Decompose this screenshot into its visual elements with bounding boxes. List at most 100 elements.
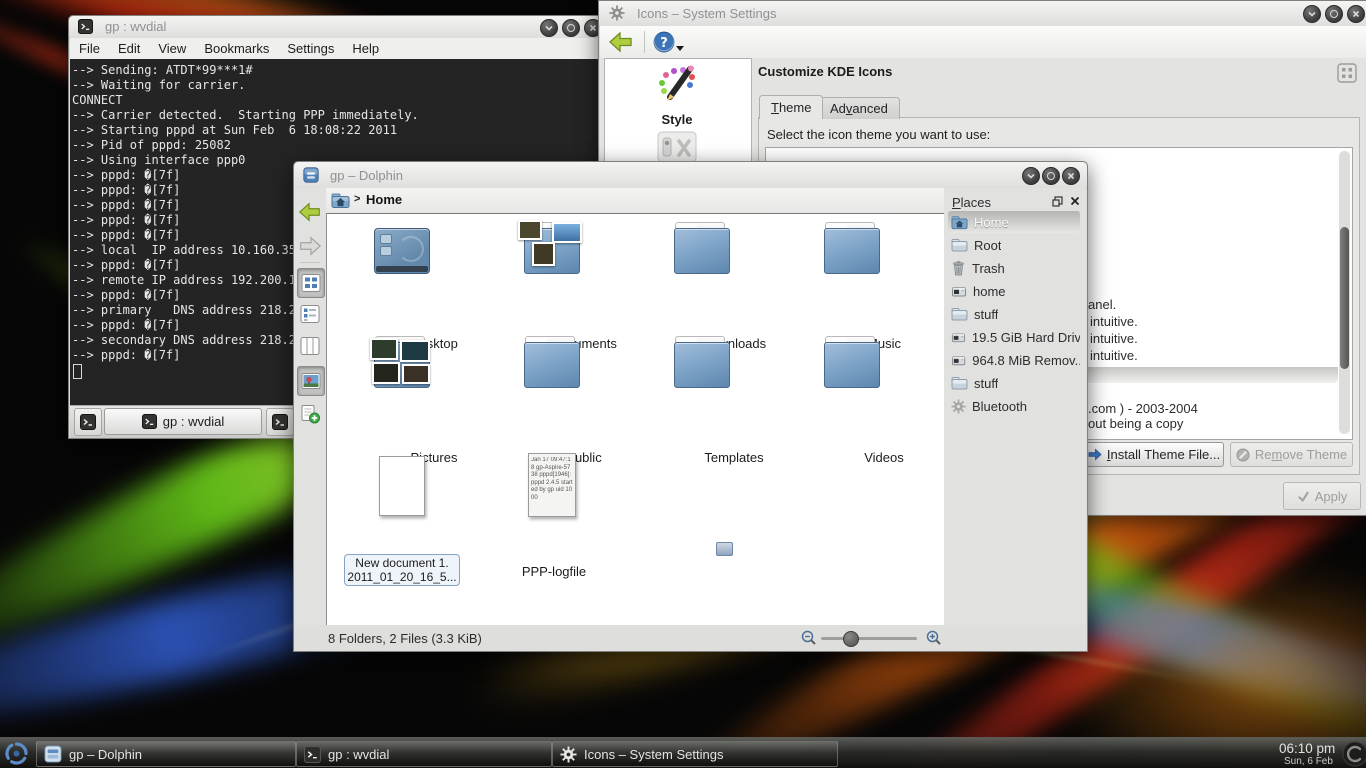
breadcrumb-separator: > (354, 193, 360, 205)
forward-button[interactable] (297, 232, 323, 260)
folder-label[interactable]: Templates (664, 450, 804, 465)
menu-view[interactable]: View (149, 41, 195, 56)
terminal-tab-label: gp : wvdial (163, 414, 224, 429)
sidebar-item-style[interactable]: Style (605, 65, 749, 125)
dolphin-titlebar[interactable]: gp – Dolphin (294, 162, 1087, 189)
home-folder-icon[interactable] (331, 191, 350, 209)
tab-advanced[interactable]: Advanced (818, 97, 900, 119)
file-item-new-document[interactable] (379, 456, 425, 516)
maximize-button[interactable] (1325, 5, 1343, 23)
remove-theme-button[interactable]: Remove Theme (1230, 442, 1353, 467)
folder-item-pictures[interactable] (374, 342, 430, 388)
settings-heading: Customize KDE Icons (758, 64, 892, 79)
terminal-menubar: File Edit View Bookmarks Settings Help (70, 38, 608, 60)
tab-theme[interactable]: Theme (759, 95, 823, 119)
close-panel-icon[interactable] (1070, 196, 1080, 206)
minimize-button[interactable] (1303, 5, 1321, 23)
place-removable-drive[interactable]: 964.8 MiB Remov... (948, 349, 1080, 371)
detach-tab-button[interactable] (266, 408, 294, 436)
folder-item-videos[interactable] (824, 342, 880, 388)
taskbar: gp – Dolphin gp : wvdial Icons – System … (0, 737, 1366, 768)
folder-item-music[interactable] (824, 228, 880, 274)
folder-item-public[interactable] (524, 342, 580, 388)
place-hard-drive[interactable]: 19.5 GiB Hard Drive (948, 326, 1080, 348)
terminal-line: --> Sending: ATDT*99***1# (72, 63, 606, 78)
place-trash[interactable]: Trash (948, 257, 1080, 279)
task-wvdial[interactable]: gp : wvdial (296, 741, 552, 767)
toolbar-separator (644, 31, 645, 53)
minimize-button[interactable] (1022, 167, 1040, 185)
folder-icon (951, 306, 968, 322)
theme-list-fragment: intuitive. (1090, 348, 1138, 363)
sidebar-item-tools[interactable] (657, 131, 697, 165)
panel-cashew-icon[interactable] (1342, 741, 1366, 767)
folder-item-downloads[interactable] (674, 228, 730, 274)
close-button[interactable] (1347, 5, 1365, 23)
place-home[interactable]: Home (948, 211, 1080, 233)
svg-text:?: ? (660, 36, 668, 51)
place-stuff-1[interactable]: stuff (948, 303, 1080, 325)
drive-icon (951, 284, 967, 299)
scrollbar-thumb[interactable] (1340, 227, 1349, 369)
folder-item-templates[interactable] (674, 342, 730, 388)
float-panel-icon[interactable] (1052, 196, 1063, 207)
file-label[interactable]: PPP-logfile (484, 564, 624, 579)
dolphin-app-icon (44, 745, 62, 763)
folder-view[interactable]: Desktop Documents Downloads Music Pictur… (326, 213, 945, 627)
toolbar-separator (300, 262, 320, 263)
back-button[interactable] (608, 29, 634, 55)
maximize-button[interactable] (562, 19, 580, 37)
menu-file[interactable]: File (70, 41, 109, 56)
breadcrumb-home[interactable]: Home (366, 192, 402, 207)
place-root[interactable]: Root (948, 234, 1080, 256)
select-theme-label: Select the icon theme you want to use: (767, 127, 990, 142)
menu-edit[interactable]: Edit (109, 41, 149, 56)
columns-view-button[interactable] (297, 332, 323, 360)
clock-date[interactable]: Sun, 6 Feb (1284, 756, 1333, 767)
split-view-button[interactable] (297, 400, 323, 428)
icons-view-button[interactable] (297, 268, 325, 298)
sidebar-style-label: Style (605, 112, 749, 127)
apply-button[interactable]: Apply (1283, 482, 1361, 510)
dolphin-window: gp – Dolphin > Home (293, 161, 1088, 652)
scrollbar[interactable] (1339, 151, 1350, 434)
menu-settings[interactable]: Settings (278, 41, 343, 56)
help-button[interactable]: ? (652, 30, 676, 54)
back-button[interactable] (297, 198, 323, 226)
folder-item-documents[interactable] (524, 228, 580, 274)
overview-grid-icon[interactable] (1337, 63, 1357, 83)
task-system-settings[interactable]: Icons – System Settings (552, 741, 838, 767)
menu-help[interactable]: Help (343, 41, 388, 56)
zoom-slider-track[interactable] (821, 637, 917, 640)
task-dolphin[interactable]: gp – Dolphin (36, 741, 296, 767)
place-stuff-2[interactable]: stuff (948, 372, 1080, 394)
close-button[interactable] (1062, 167, 1080, 185)
details-view-button[interactable] (297, 300, 323, 328)
zoom-in-icon[interactable] (926, 630, 942, 646)
place-home-drive[interactable]: home (948, 280, 1080, 302)
minimize-button[interactable] (540, 19, 558, 37)
help-dropdown-arrow[interactable] (676, 46, 684, 52)
app-launcher-icon[interactable] (3, 740, 30, 767)
file-label-selected[interactable]: New document 1. 2011_01_20_16_5... (344, 554, 460, 586)
zoom-slider-handle[interactable] (843, 631, 859, 647)
folder-label[interactable]: Videos (814, 450, 954, 465)
terminal-tab[interactable]: gp : wvdial (104, 408, 262, 435)
maximize-button[interactable] (1042, 167, 1060, 185)
clock-time[interactable]: 06:10 pm (1279, 741, 1335, 756)
dolphin-app-icon (303, 167, 319, 183)
terminal-titlebar[interactable]: gp : wvdial (69, 16, 609, 39)
preview-toggle-button[interactable] (297, 366, 325, 396)
zoom-out-icon[interactable] (801, 630, 817, 646)
terminal-title: gp : wvdial (105, 19, 166, 34)
new-tab-button[interactable] (74, 408, 102, 436)
folder-item-desktop[interactable] (374, 228, 430, 274)
file-item-ppp-logfile[interactable]: Jan 17 09:47:18 gp-Aspire-5738 pppd[1946… (528, 453, 576, 517)
install-theme-button[interactable]: Install Theme File... (1084, 442, 1224, 467)
stray-icon (716, 542, 733, 556)
settings-titlebar[interactable]: Icons – System Settings (599, 1, 1366, 27)
settings-toolbar: ? (600, 26, 1366, 59)
menu-bookmarks[interactable]: Bookmarks (195, 41, 278, 56)
theme-description-fragment: out being a copy (1088, 416, 1183, 431)
place-bluetooth[interactable]: Bluetooth (948, 395, 1080, 417)
